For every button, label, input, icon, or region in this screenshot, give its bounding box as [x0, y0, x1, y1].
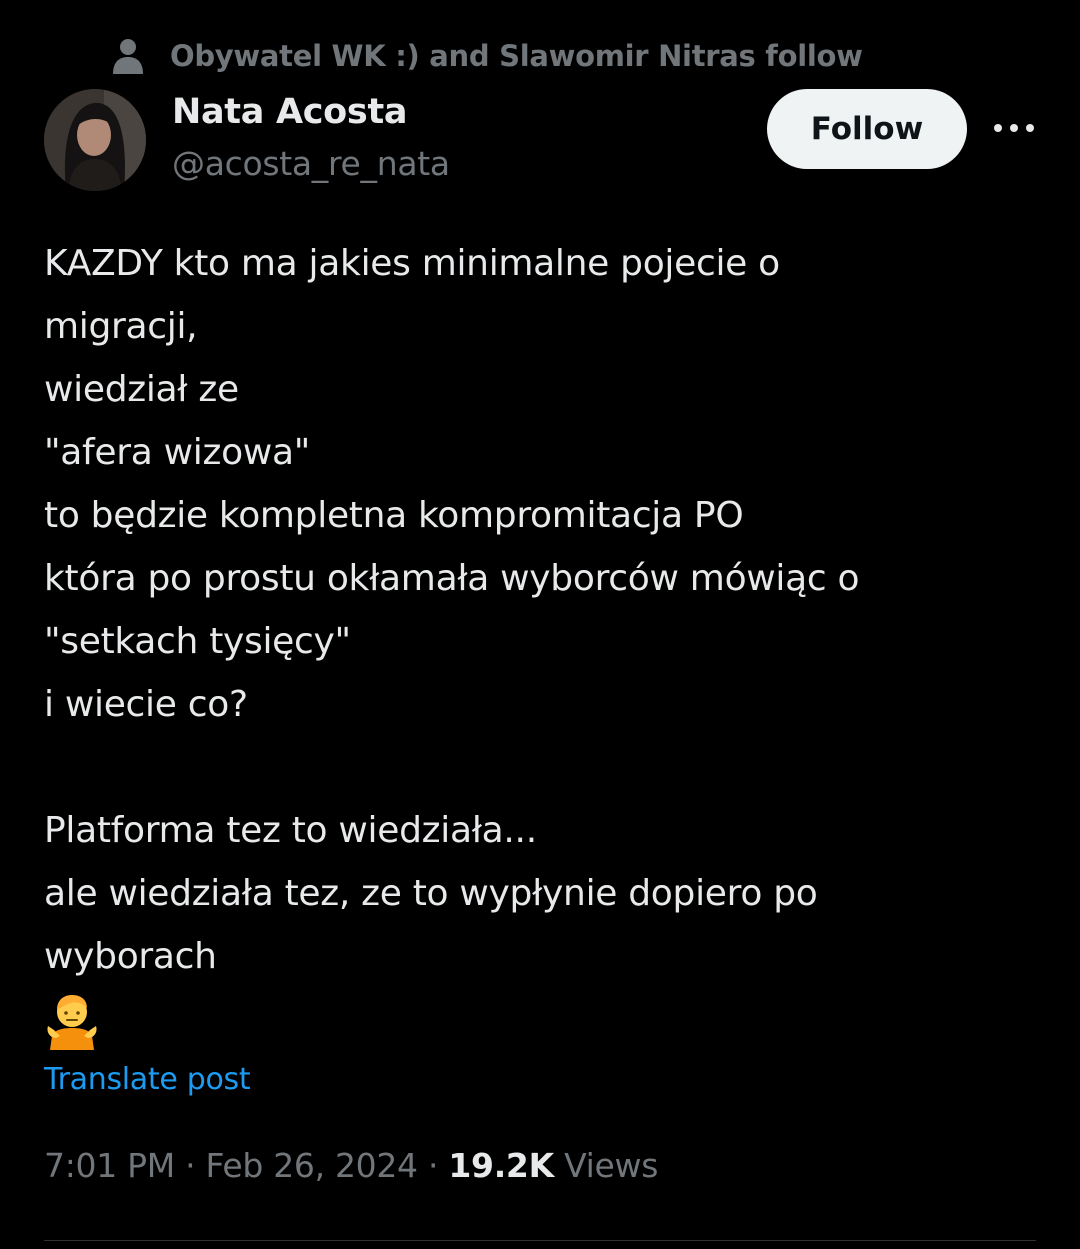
- author-handle[interactable]: @acosta_re_nata: [172, 144, 450, 183]
- meta-separator: ·: [185, 1146, 196, 1185]
- avatar[interactable]: [44, 89, 146, 191]
- post-line: ale wiedziała tez, ze to wypłynie dopier…: [44, 873, 818, 914]
- translate-post-link[interactable]: Translate post: [44, 1062, 251, 1097]
- social-context-text: Obywatel WK :) and Slawomir Nitras follo…: [170, 39, 863, 73]
- post-line: KAZDY kto ma jakies minimalne pojecie o: [44, 243, 780, 284]
- author-display-name[interactable]: Nata Acosta: [172, 92, 408, 132]
- views-label: Views: [564, 1146, 659, 1185]
- follow-button[interactable]: Follow: [767, 89, 967, 169]
- person-icon: [110, 36, 146, 76]
- divider: [44, 1240, 1036, 1241]
- more-icon[interactable]: [990, 108, 1038, 148]
- post-line: migracji,: [44, 306, 198, 347]
- post-line: wiedział ze: [44, 369, 239, 410]
- post-line: "afera wizowa": [44, 432, 310, 473]
- meta-separator: ·: [427, 1146, 439, 1185]
- post-line: wyborach: [44, 936, 217, 977]
- post-line: i wiecie co?: [44, 684, 248, 725]
- post-line: to będzie kompletna kompromitacja PO: [44, 495, 744, 536]
- person-shrugging-emoji: [44, 992, 100, 1050]
- post-line: [44, 736, 1044, 799]
- social-context[interactable]: Obywatel WK :) and Slawomir Nitras follo…: [110, 34, 863, 78]
- post-time[interactable]: 7:01 PM: [44, 1146, 175, 1185]
- views-count: 19.2K: [448, 1146, 554, 1185]
- post-line: która po prostu okłamała wyborców mówiąc…: [44, 558, 860, 599]
- post-text: KAZDY kto ma jakies minimalne pojecie o …: [44, 232, 1044, 988]
- post-line: Platforma tez to wiedziała...: [44, 810, 537, 851]
- post-date[interactable]: Feb 26, 2024: [205, 1146, 418, 1185]
- post-line: "setkach tysięcy": [44, 621, 351, 662]
- post-meta: 7:01 PM · Feb 26, 2024 · 19.2K Views: [44, 1146, 658, 1185]
